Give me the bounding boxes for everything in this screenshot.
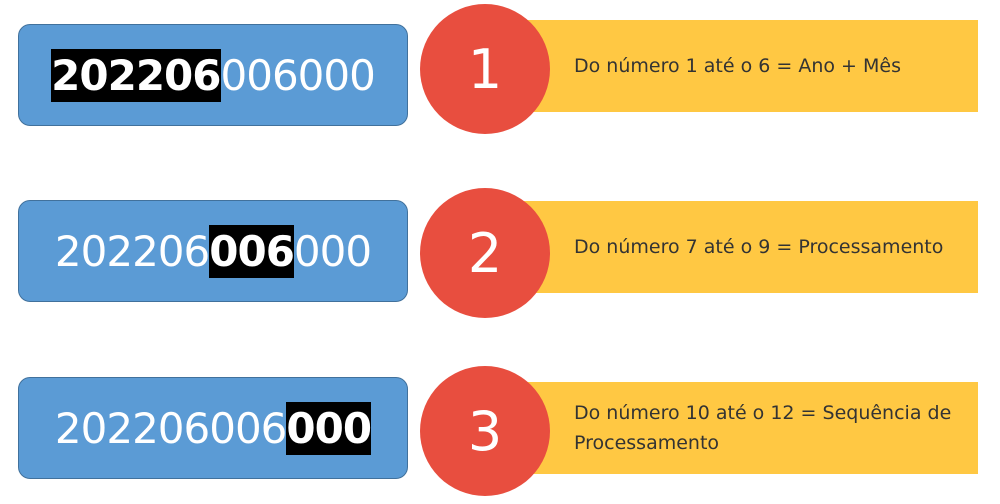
description-banner: Do número 7 até o 9 = Processamento xyxy=(500,201,978,293)
description-text: Do número 7 até o 9 = Processamento xyxy=(574,236,944,258)
step-row-3: 202206006 000 Do número 10 até o 12 = Seq… xyxy=(0,364,1000,504)
code-prefix: 202206 xyxy=(54,226,210,276)
description-text: Do número 1 até o 6 = Ano + Mês xyxy=(574,55,901,77)
code-suffix: 000 xyxy=(293,226,372,276)
code-box: 202206006000 xyxy=(18,24,408,126)
step-row-2: 202206 006 000 Do número 7 até o 9 = Proce… xyxy=(0,186,1000,326)
step-number-badge: 1 xyxy=(420,4,550,134)
description-text: Do número 10 até o 12 = Sequência de Pro… xyxy=(574,402,952,454)
code-highlight: 000 xyxy=(286,401,372,455)
step-number-badge: 3 xyxy=(420,366,550,496)
step-number-badge: 2 xyxy=(420,188,550,318)
code-highlight: 202206 xyxy=(51,48,222,102)
code-box: 202206006000 xyxy=(18,377,408,479)
code-highlight: 006 xyxy=(209,224,295,278)
code-suffix: 006000 xyxy=(220,50,376,100)
code-box: 202206006000 xyxy=(18,200,408,302)
description-banner: Do número 10 até o 12 = Sequência de Pro… xyxy=(500,382,978,474)
code-prefix: 202206006 xyxy=(54,403,287,453)
step-row-1: 202206 006000 Do número 1 até o 6 = Ano +… xyxy=(0,4,1000,144)
description-banner: Do número 1 até o 6 = Ano + Mês xyxy=(500,20,978,112)
